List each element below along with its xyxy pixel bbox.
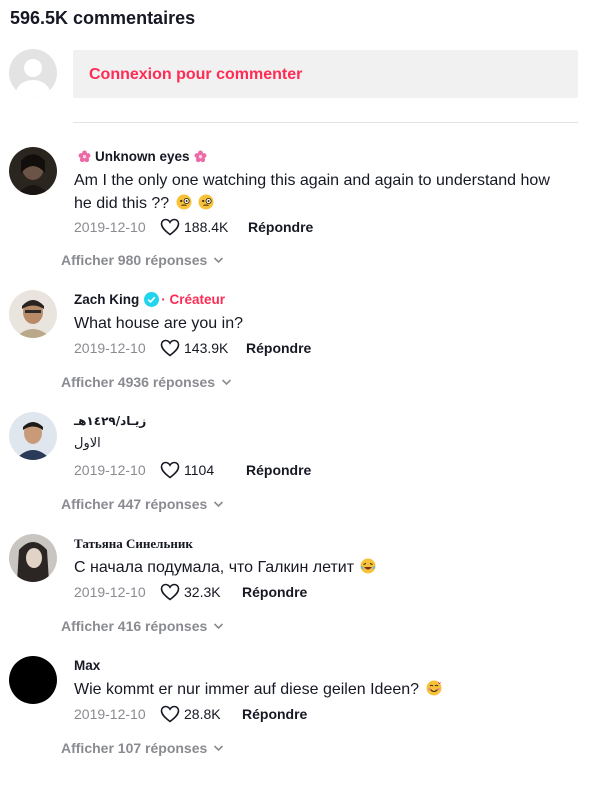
view-replies-label: Afficher 447 réponses: [61, 496, 208, 512]
comment-meta: 2019-12-10 143.9K Répondre: [74, 338, 311, 358]
comment-date: 2019-12-10: [74, 340, 146, 356]
view-replies-label: Afficher 4936 réponses: [61, 374, 216, 390]
like-button[interactable]: 32.3K: [160, 583, 242, 601]
username-text: Max: [74, 658, 101, 673]
face-with-monocle-emoji: [198, 194, 214, 210]
view-replies-button[interactable]: Afficher 416 réponses: [61, 618, 224, 634]
comment-username[interactable]: Max: [74, 658, 100, 673]
smiling-hearts-emoji: [426, 680, 441, 696]
chevron-down-icon: [214, 501, 224, 508]
comment-item: Unknown eyes Am I the only one watching …: [0, 147, 589, 277]
comment-date: 2019-12-10: [74, 706, 146, 722]
comment-text-value: الاول: [74, 436, 101, 451]
comment-text: الاول: [74, 432, 554, 455]
view-replies-button[interactable]: Afficher 107 réponses: [61, 740, 224, 756]
user-avatar[interactable]: [9, 656, 57, 704]
divider: [73, 122, 578, 123]
verified-badge-icon: [144, 292, 160, 307]
like-count: 1104: [184, 462, 215, 478]
like-count: 143.9K: [184, 340, 229, 356]
reply-button[interactable]: Répondre: [242, 706, 307, 722]
comment-item: زيـاد/١٤٢٩هـ الاول 2019-12-10 1104 Répon…: [0, 412, 589, 542]
default-avatar-icon: [9, 49, 57, 97]
comment-text-wrap: Wie kommt er nur immer auf diese geilen …: [74, 678, 554, 701]
user-avatar[interactable]: [9, 290, 57, 338]
face-with-monocle-emoji: [176, 194, 192, 210]
user-avatar[interactable]: [9, 412, 57, 460]
reply-button[interactable]: Répondre: [246, 462, 311, 478]
comment-username[interactable]: Zach King · Créateur: [74, 292, 225, 307]
comment-username[interactable]: Unknown eyes: [74, 149, 211, 164]
like-count: 188.4K: [184, 219, 229, 235]
comments-count-title: 596.5K commentaires: [10, 8, 196, 28]
heart-icon: [160, 218, 180, 236]
user-avatar[interactable]: [9, 147, 57, 195]
comment-date: 2019-12-10: [74, 584, 146, 600]
comment-date: 2019-12-10: [74, 219, 146, 235]
view-replies-label: Afficher 416 réponses: [61, 618, 208, 634]
comment-meta: 2019-12-10 28.8K Répondre: [74, 704, 307, 724]
comment-text-wrap: Am I the only one watching this again an…: [74, 169, 554, 215]
reply-button[interactable]: Répondre: [248, 219, 313, 235]
comment-text: Am I the only one watching this again an…: [74, 172, 550, 212]
cherry-blossom-icon: [194, 150, 206, 163]
comment-text: С начала подумала, что Галкин летит: [74, 559, 355, 576]
comment-item: Zach King · Créateur What house are you …: [0, 290, 589, 420]
like-button[interactable]: 188.4K: [160, 218, 248, 236]
comment-text-wrap: С начала подумала, что Галкин летит: [74, 556, 554, 579]
comment-username[interactable]: زيـاد/١٤٢٩هـ: [74, 414, 146, 428]
username-text: زيـاد/١٤٢٩هـ: [74, 414, 147, 428]
cherry-blossom-icon: [78, 150, 91, 163]
login-to-comment-button[interactable]: Connexion pour commenter: [73, 50, 578, 98]
heart-icon: [160, 461, 180, 479]
view-replies-button[interactable]: Afficher 447 réponses: [61, 496, 224, 512]
chevron-down-icon: [222, 379, 232, 386]
comment-text: Wie kommt er nur immer auf diese geilen …: [74, 681, 420, 698]
like-button[interactable]: 143.9K: [160, 339, 246, 357]
heart-icon: [160, 705, 180, 723]
comment-item: Татьяна Синельник С начала подумала, что…: [0, 534, 589, 664]
like-count: 28.8K: [184, 706, 221, 722]
heart-icon: [160, 339, 180, 357]
creator-badge: · Créateur: [161, 292, 226, 307]
like-button[interactable]: 28.8K: [160, 705, 242, 723]
heart-icon: [160, 583, 180, 601]
comment-text: What house are you in?: [74, 315, 243, 332]
comment-meta: 2019-12-10 188.4K Répondre: [74, 217, 313, 237]
like-button[interactable]: 1104: [160, 461, 246, 479]
username-text: Татьяна Синельник: [74, 536, 193, 551]
comment-username[interactable]: Татьяна Синельник: [74, 536, 193, 552]
view-replies-label: Afficher 980 réponses: [61, 252, 208, 268]
laughing-face-emoji: [360, 558, 376, 574]
comment-date: 2019-12-10: [74, 462, 146, 478]
chevron-down-icon: [214, 623, 224, 630]
like-count: 32.3K: [184, 584, 221, 600]
reply-button[interactable]: Répondre: [242, 584, 307, 600]
user-avatar[interactable]: [9, 534, 57, 582]
chevron-down-icon: [214, 745, 224, 752]
chevron-down-icon: [214, 257, 224, 264]
comment-item: Max Wie kommt er nur immer auf diese gei…: [0, 656, 589, 786]
reply-button[interactable]: Répondre: [246, 340, 311, 356]
username-text: Unknown eyes: [95, 149, 190, 164]
comment-meta: 2019-12-10 1104 Répondre: [74, 460, 311, 480]
view-replies-label: Afficher 107 réponses: [61, 740, 208, 756]
username-text: Zach King: [74, 292, 140, 307]
view-replies-button[interactable]: Afficher 4936 réponses: [61, 374, 232, 390]
comment-meta: 2019-12-10 32.3K Répondre: [74, 582, 307, 602]
view-replies-button[interactable]: Afficher 980 réponses: [61, 252, 224, 268]
